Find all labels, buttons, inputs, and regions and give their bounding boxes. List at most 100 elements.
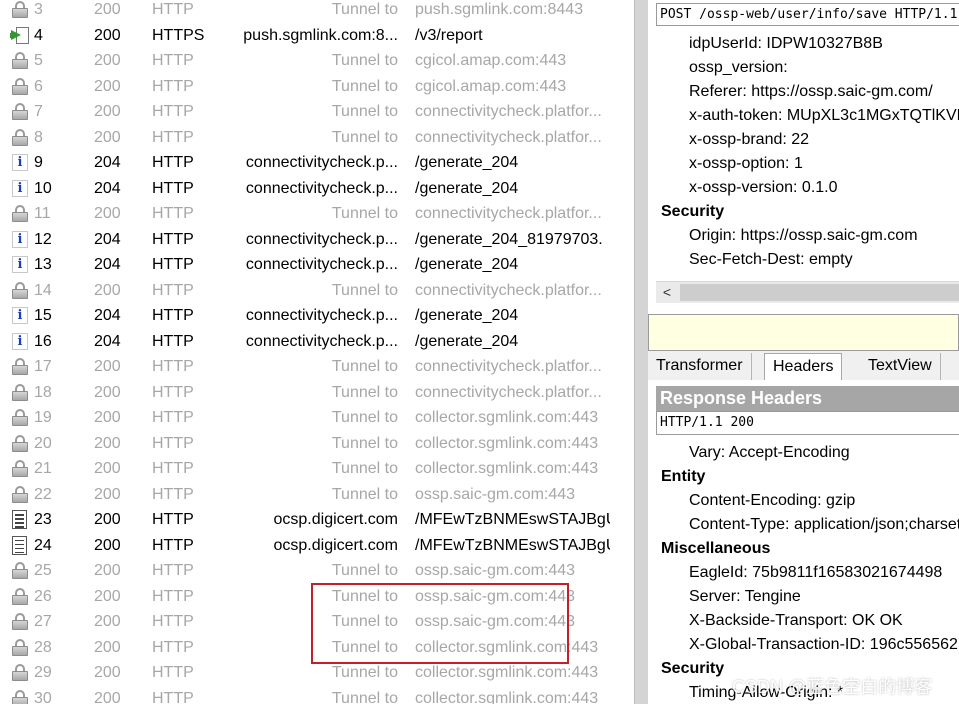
session-row[interactable]: i 12 204 HTTP connectivitycheck.p... /generat… — [0, 227, 612, 253]
session-host: Tunnel to — [331, 383, 398, 401]
session-row[interactable]: 8 200 HTTP Tunnel to connectivitycheck.platf… — [0, 125, 612, 151]
session-url: /generate_204 — [415, 256, 519, 273]
session-url: ossp.saic-gm.com:443 — [415, 485, 576, 503]
header-entry[interactable]: EagleId: 75b9811f16583021674498 — [689, 561, 942, 585]
session-result: 200 — [94, 281, 121, 299]
session-protocol: HTTP — [152, 562, 194, 579]
session-row[interactable]: 25 200 HTTP Tunnel to ossp.saic-gm.com:443 — [0, 558, 612, 584]
session-url: /generate_204 — [415, 179, 519, 197]
header-group-label[interactable]: Security — [661, 200, 724, 224]
tab-textview[interactable]: TextView — [860, 353, 941, 380]
session-protocol: HTTP — [152, 613, 194, 630]
header-entry[interactable]: X-Backside-Transport: OK OK — [689, 609, 903, 633]
session-row[interactable]: 23 200 HTTP ocsp.digicert.com/MFEwTzBNMEswS… — [0, 507, 612, 533]
header-entry[interactable]: Vary: Accept-Encoding — [689, 441, 850, 465]
session-result: 200 — [94, 409, 121, 426]
session-number: 15 — [34, 307, 52, 324]
session-result: 204 — [94, 332, 121, 350]
session-result: 200 — [94, 460, 121, 477]
session-protocol: HTTP — [152, 638, 194, 656]
session-row[interactable]: 22 200 HTTP Tunnel to ossp.saic-gm.com:443 — [0, 482, 612, 508]
session-row[interactable]: i 10 204 HTTP connectivitycheck.p... /generat… — [0, 176, 612, 202]
session-url: /generate_204 — [415, 307, 519, 324]
session-row[interactable]: 5 200 HTTP Tunnel to cgicol.amap.com:443 — [0, 48, 612, 74]
session-protocol: HTTP — [152, 1, 194, 18]
header-group-label[interactable]: Entity — [661, 465, 705, 489]
session-url: cgicol.amap.com:443 — [415, 52, 567, 69]
session-row[interactable]: i 16 204 HTTP connectivitycheck.p... /generat… — [0, 329, 612, 355]
session-row[interactable]: i 9 204 HTTP connectivitycheck.p... /generate… — [0, 150, 612, 176]
session-row[interactable]: 3 200 HTTP Tunnel to push.sgmlink.com:8443 — [0, 0, 612, 23]
header-entry[interactable]: ossp_version: — [689, 56, 788, 80]
lock-icon — [10, 48, 30, 74]
splitter-bar[interactable] — [634, 0, 648, 704]
header-entry[interactable]: x-auth-token: MUpXL3c1MGxTQTlKVH — [689, 104, 959, 128]
session-row[interactable]: 7 200 HTTP Tunnel to connectivitycheck.platf… — [0, 99, 612, 125]
session-row[interactable]: i 13 204 HTTP connectivitycheck.p... /generat… — [0, 252, 612, 278]
tab-transformer[interactable]: Transformer — [648, 353, 752, 380]
header-entry[interactable]: x-ossp-option: 1 — [689, 152, 803, 176]
session-host: push.sgmlink.com:8... — [243, 26, 398, 44]
session-host: Tunnel to — [331, 77, 398, 95]
tab-headers[interactable]: Headers — [764, 353, 843, 380]
highlight-annotation-box — [311, 583, 569, 664]
session-row[interactable]: 21 200 HTTP Tunnel to collector.sgmlink.com:… — [0, 456, 612, 482]
session-result: 200 — [94, 358, 121, 375]
header-entry[interactable]: x-ossp-version: 0.1.0 — [689, 176, 838, 200]
session-row[interactable]: 11 200 HTTP Tunnel to connectivitycheck.plat… — [0, 201, 612, 227]
session-url: connectivitycheck.platfor... — [415, 358, 602, 375]
header-entry[interactable]: Content-Type: application/json;charset=U… — [689, 513, 959, 537]
header-entry[interactable]: X-Global-Transaction-ID: 196c556562 — [689, 633, 958, 657]
session-result: 204 — [94, 154, 121, 171]
session-number: 12 — [34, 230, 52, 248]
session-result: 200 — [94, 205, 121, 222]
session-number: 4 — [34, 26, 43, 44]
panel-splitter[interactable] — [612, 0, 648, 704]
header-entry[interactable]: Referer: https://ossp.saic-gm.com/ — [689, 80, 933, 104]
session-url: cgicol.amap.com:443 — [415, 77, 567, 95]
header-entry[interactable]: Origin: https://ossp.saic-gm.com — [689, 224, 918, 248]
header-entry[interactable]: x-ossp-brand: 22 — [689, 128, 809, 152]
session-result: 200 — [94, 1, 121, 18]
session-number: 8 — [34, 128, 43, 146]
inspector-panel: POST /ossp-web/user/info/save HTTP/1.1 i… — [648, 0, 959, 704]
header-entry[interactable]: Server: Tengine — [689, 585, 801, 609]
lock-icon — [10, 660, 30, 686]
session-protocol: HTTP — [152, 256, 194, 273]
session-url: ossp.saic-gm.com:443 — [415, 562, 576, 579]
session-url: collector.sgmlink.com:443 — [415, 460, 599, 477]
session-row[interactable]: 30 200 HTTP Tunnel to collector.sgmlink.com:… — [0, 686, 612, 704]
lock-icon — [10, 456, 30, 482]
scroll-left-icon[interactable]: < — [656, 282, 678, 303]
header-entry[interactable]: Sec-Fetch-Dest: empty — [689, 248, 853, 272]
session-number: 29 — [34, 664, 52, 681]
lock-icon — [10, 609, 30, 635]
session-row[interactable]: 24 200 HTTP ocsp.digicert.com/MFEwTzBNMEswS… — [0, 533, 612, 559]
session-row[interactable]: 14 200 HTTP Tunnel to connectivitycheck.plat… — [0, 278, 612, 304]
header-entry[interactable]: idpUserId: IDPW10327B8B — [689, 32, 883, 56]
document-icon — [10, 507, 30, 533]
session-row[interactable]: 19 200 HTTP Tunnel to collector.sgmlink.com:… — [0, 405, 612, 431]
request-line: POST /ossp-web/user/info/save HTTP/1.1 — [656, 3, 959, 26]
header-group-label[interactable]: Miscellaneous — [661, 537, 770, 561]
scrollbar-thumb[interactable] — [680, 284, 959, 301]
session-result: 200 — [94, 485, 121, 503]
info-icon: i — [10, 252, 30, 278]
session-host: Tunnel to — [331, 358, 398, 375]
session-protocol: HTTP — [152, 281, 194, 299]
session-row[interactable]: 6 200 HTTP Tunnel to cgicol.amap.com:443 — [0, 74, 612, 100]
session-row[interactable]: 18 200 HTTP Tunnel to connectivitycheck.plat… — [0, 380, 612, 406]
session-host: Tunnel to — [331, 52, 398, 69]
session-protocol: HTTP — [152, 587, 194, 605]
session-row[interactable]: 20 200 HTTP Tunnel to collector.sgmlink.com:… — [0, 431, 612, 457]
session-protocol: HTTP — [152, 154, 194, 171]
session-result: 200 — [94, 511, 121, 528]
session-host: Tunnel to — [331, 460, 398, 477]
session-row[interactable]: 4 200 HTTPS push.sgmlink.com:8... /v3/report — [0, 23, 612, 49]
session-row[interactable]: i 15 204 HTTP connectivitycheck.p... /generat… — [0, 303, 612, 329]
horizontal-scrollbar[interactable]: < — [656, 281, 959, 303]
header-group-label[interactable]: Security — [661, 657, 724, 681]
session-row[interactable]: 17 200 HTTP Tunnel to connectivitycheck.plat… — [0, 354, 612, 380]
header-entry[interactable]: Content-Encoding: gzip — [689, 489, 855, 513]
session-number: 6 — [34, 77, 43, 95]
